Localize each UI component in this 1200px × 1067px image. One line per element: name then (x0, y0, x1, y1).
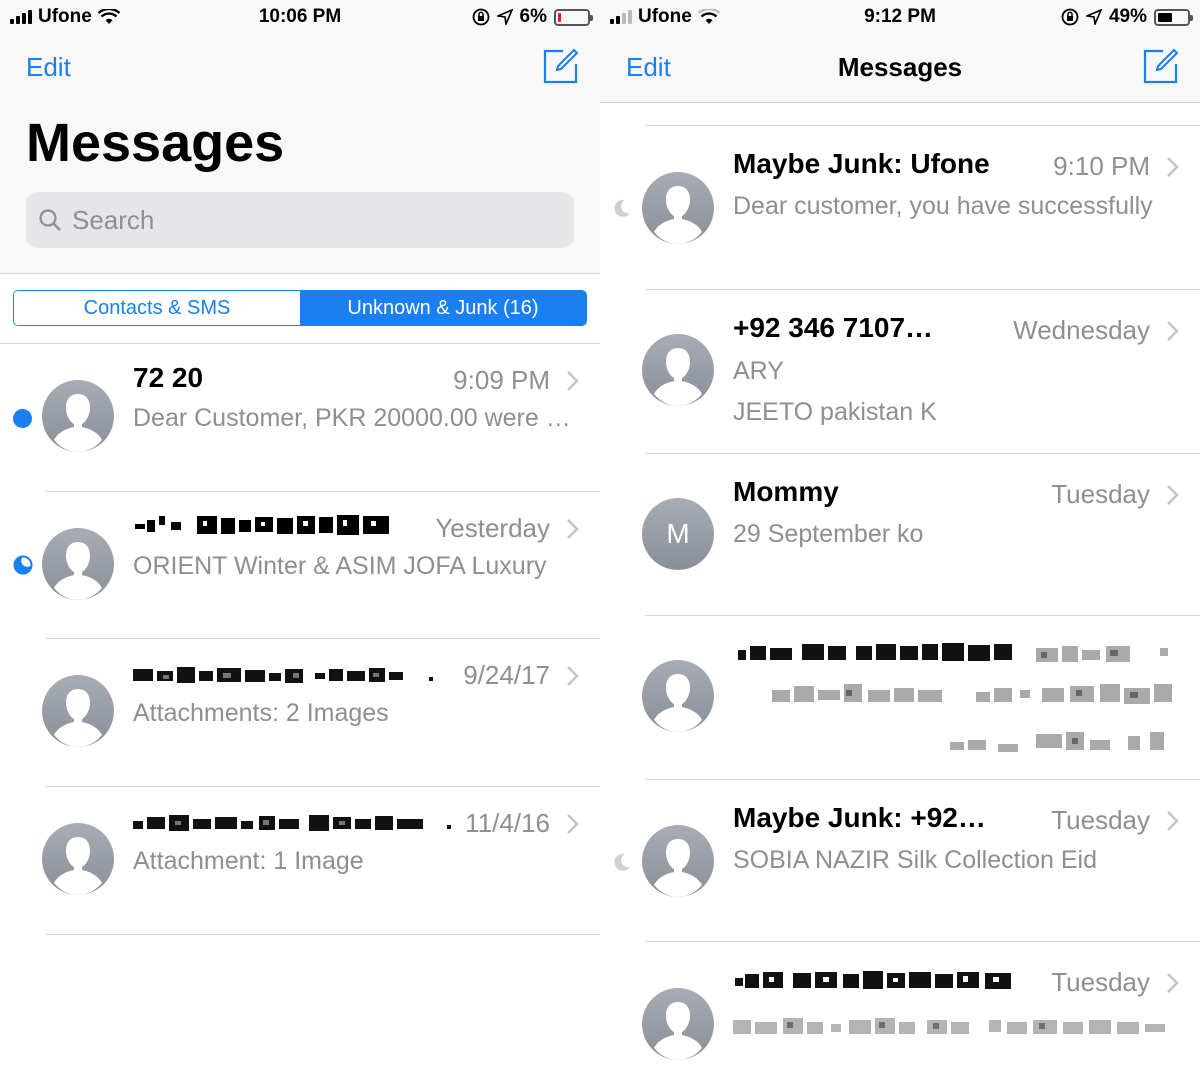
redacted-name (133, 815, 451, 831)
message-preview: Attachment: 1 Image (133, 847, 364, 875)
avatar: M (642, 498, 714, 570)
conversation-row[interactable]: Maybe Junk: +92… Tuesday SOBIA NAZIR Sil… (600, 780, 1200, 941)
chevron-right-icon (567, 371, 579, 391)
message-preview: 29 September ko (733, 520, 924, 548)
avatar (42, 380, 114, 452)
person-icon (54, 542, 102, 600)
avatar (642, 825, 714, 897)
avatar (642, 334, 714, 406)
compose-icon[interactable] (543, 48, 579, 84)
battery-percent: 49% (1108, 6, 1147, 27)
page-title: Messages (26, 113, 285, 173)
messages-screen-left: Ufone 10:06 PM 6% Edit Messages Search C… (0, 0, 600, 1067)
message-time: Tuesday (1051, 805, 1150, 835)
unread-partial-dot-icon (13, 555, 33, 575)
contact-name: +92 346 7107… (733, 312, 934, 343)
avatar-initial: M (666, 518, 690, 549)
search-icon (39, 209, 61, 231)
conversation-row[interactable]: Yesterday ORIENT Winter & ASIM JOFA Luxu… (0, 492, 600, 639)
battery-icon (554, 8, 593, 26)
person-icon (54, 394, 102, 452)
chevron-right-icon (1167, 485, 1179, 505)
avatar (42, 823, 114, 895)
chevron-right-icon (1167, 321, 1179, 341)
chevron-right-icon (1167, 157, 1179, 177)
message-time: Tuesday (1051, 479, 1150, 509)
moon-muted-icon (614, 853, 630, 871)
navigation-bar: Ufone 9:12 PM 49% Edit Messages (600, 0, 1200, 103)
status-bar: Ufone 10:06 PM 6% (0, 0, 600, 34)
compose-icon[interactable] (1143, 48, 1179, 84)
person-icon (654, 186, 702, 244)
person-icon (54, 689, 102, 747)
orientation-lock-icon (1061, 8, 1079, 26)
redacted-name (735, 971, 1011, 989)
moon-muted-icon (614, 199, 630, 217)
chevron-right-icon (1167, 973, 1179, 993)
message-time: Yesterday (435, 513, 550, 543)
conversation-row[interactable]: Tuesday (600, 942, 1200, 1067)
conversation-row[interactable]: M Mommy Tuesday 29 September ko (600, 454, 1200, 615)
avatar (42, 675, 114, 747)
avatar (42, 528, 114, 600)
person-icon (654, 1002, 702, 1060)
message-time: 9:09 PM (453, 365, 550, 395)
message-preview: Dear Customer, PKR 20000.00 were deposit… (133, 404, 573, 432)
status-bar: Ufone 9:12 PM 49% (600, 0, 1200, 34)
message-time: 9:10 PM (1053, 151, 1150, 181)
avatar (642, 988, 714, 1060)
row-separator (45, 934, 600, 935)
conversation-row[interactable]: +92 346 7107… Wednesday ARY JEETO pakist… (600, 290, 1200, 453)
segment-unknown-junk[interactable]: Unknown & Junk (16) (300, 291, 586, 325)
message-preview: SOBIA NAZIR Silk Collection Eid (733, 846, 1098, 874)
message-preview: Attachments: 2 Images (133, 699, 389, 727)
chevron-right-icon (567, 814, 579, 834)
location-icon (496, 9, 513, 25)
chevron-right-icon (1167, 811, 1179, 831)
person-icon (654, 348, 702, 406)
battery-icon (1154, 8, 1193, 26)
message-preview-line2: JEETO pakistan K (733, 398, 937, 426)
avatar (642, 172, 714, 244)
conversation-row[interactable]: 11/4/16 Attachment: 1 Image (0, 787, 600, 935)
contact-name: Mommy (733, 476, 839, 507)
segment-contacts-sms[interactable]: Contacts & SMS (14, 291, 300, 325)
contact-name: 72 20 (133, 362, 204, 393)
person-icon (654, 674, 702, 732)
message-preview: ORIENT Winter & ASIM JOFA Luxury (133, 552, 547, 580)
conversation-row[interactable]: 72 20 9:09 PM Dear Customer, PKR 20000.0… (0, 344, 600, 492)
edit-button[interactable]: Edit (26, 52, 71, 83)
message-time: Tuesday (1051, 967, 1150, 997)
unread-dot-icon (13, 409, 32, 428)
orientation-lock-icon (472, 8, 489, 26)
message-time: 9/24/17 (463, 660, 550, 690)
message-preview: ARY (733, 357, 784, 385)
person-icon (54, 837, 102, 895)
contact-name: Maybe Junk: +92… (733, 802, 986, 833)
redacted-content (738, 643, 1172, 752)
messages-screen-right: Ufone 9:12 PM 49% Edit Messages Maybe Ju… (600, 0, 1200, 1067)
person-icon (654, 839, 702, 897)
conversation-row[interactable]: 9/24/17 Attachments: 2 Images (0, 639, 600, 787)
redacted-preview (733, 1018, 1165, 1034)
message-time: 11/4/16 (465, 808, 550, 838)
search-input[interactable]: Search (26, 192, 574, 248)
conversation-row[interactable]: Maybe Junk: Ufone 9:10 PM Dear customer,… (600, 126, 1200, 289)
contact-name: Maybe Junk: Ufone (733, 148, 990, 179)
conversation-row[interactable] (600, 616, 1200, 779)
location-icon (1085, 9, 1102, 25)
header: Ufone 10:06 PM 6% Edit Messages Search (0, 0, 600, 274)
chevron-right-icon (567, 666, 579, 686)
battery-percent: 6% (519, 6, 547, 27)
search-placeholder: Search (72, 204, 155, 235)
redacted-name (133, 667, 433, 683)
avatar (642, 660, 714, 732)
page-title: Messages (837, 52, 963, 82)
message-preview: Dear customer, you have successfully (733, 192, 1153, 220)
message-time: Wednesday (1013, 315, 1150, 345)
filter-segmented-control: Contacts & SMS Unknown & Junk (16) (13, 290, 587, 326)
redacted-name (135, 515, 389, 535)
chevron-right-icon (567, 519, 579, 539)
